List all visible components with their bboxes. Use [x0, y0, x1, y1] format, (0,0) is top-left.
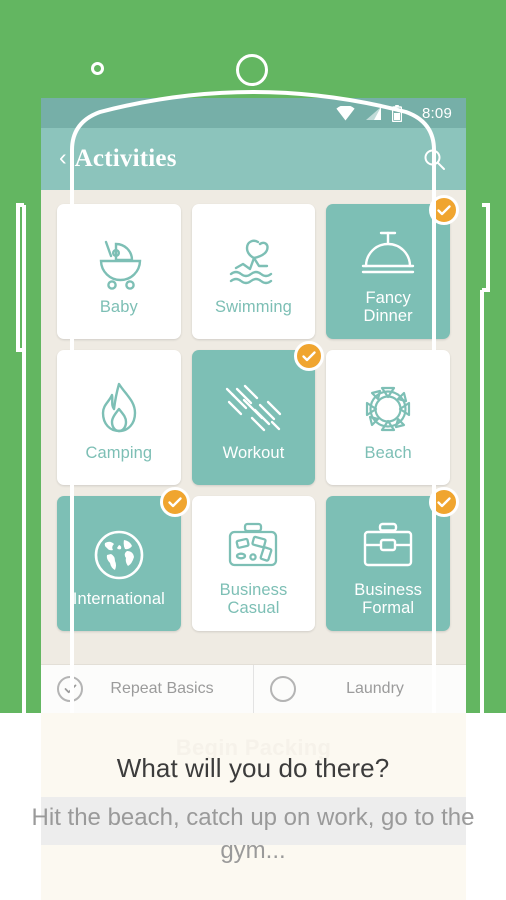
activity-tile-workout[interactable]: Workout — [191, 341, 325, 485]
speaker-ring-icon — [236, 54, 268, 86]
activity-tile-swimming[interactable]: Swimming — [191, 204, 316, 339]
search-icon[interactable] — [422, 147, 446, 171]
selected-badge — [428, 487, 459, 517]
activity-tile-label: Business Casual — [219, 580, 288, 617]
activity-tile-label: Fancy Dinner — [363, 288, 413, 325]
empty-circle-icon — [270, 676, 296, 702]
activity-tile-label: Workout — [222, 443, 285, 462]
phone-screen: 8:09 ‹ Activities Baby Swimming Fancy Di… — [41, 98, 466, 713]
back-button[interactable]: ‹ Activities — [59, 145, 177, 173]
globe-icon — [91, 524, 147, 586]
selected-badge — [428, 195, 459, 225]
activity-tile-label: Beach — [364, 443, 412, 462]
sun-icon — [360, 378, 416, 440]
cloche-icon — [359, 223, 417, 285]
option-label: Laundry — [346, 680, 404, 697]
camera-dot-icon — [91, 62, 104, 75]
selected-badge — [294, 341, 325, 371]
wifi-icon — [336, 105, 355, 120]
cellular-signal-icon — [366, 106, 381, 120]
option-label: Repeat Basics — [110, 680, 214, 697]
activity-tile-label: Baby — [99, 297, 138, 316]
selected-badge — [159, 487, 190, 517]
activity-tile-beach[interactable]: Beach — [326, 350, 450, 485]
briefcase-icon — [359, 515, 417, 577]
activity-tile-fancy-dinner[interactable]: Fancy Dinner — [326, 195, 459, 339]
option-laundry[interactable]: Laundry — [253, 665, 466, 713]
activity-tile-label: Swimming — [215, 297, 292, 316]
option-repeat-basics[interactable]: Repeat Basics — [41, 665, 253, 713]
check-circle-icon — [57, 676, 83, 702]
activity-tile-label: Camping — [85, 443, 153, 462]
barbell-icon — [224, 378, 282, 440]
activity-tile-international[interactable]: International — [57, 487, 190, 631]
bottom-prompt-overlay: Begin Packing What will you do there? Hi… — [0, 713, 506, 900]
status-bar: 8:09 — [41, 98, 466, 128]
app-bar: ‹ Activities — [41, 128, 466, 190]
campfire-icon — [93, 378, 145, 440]
back-chevron-icon: ‹ — [59, 144, 67, 170]
activity-tile-business-formal[interactable]: Business Formal — [326, 487, 459, 631]
prompt-question: What will you do there? — [116, 753, 390, 783]
battery-icon — [392, 104, 402, 122]
activity-grid: Baby Swimming Fancy Dinner Camping Worko… — [41, 190, 466, 631]
page-title: Activities — [74, 145, 177, 172]
status-bar-time: 8:09 — [422, 104, 452, 122]
activity-tile-camping[interactable]: Camping — [57, 350, 181, 485]
prompt-answer-placeholder[interactable]: Hit the beach, catch up on work, go to t… — [0, 801, 506, 867]
swimmer-icon — [223, 232, 283, 294]
suitcase-stickers-icon — [224, 515, 282, 577]
activity-tile-label: Business Formal — [354, 580, 423, 617]
activity-tile-baby[interactable]: Baby — [57, 204, 181, 339]
stroller-icon — [90, 232, 148, 294]
option-bar: Repeat Basics Laundry — [41, 664, 466, 713]
activity-tile-business-casual[interactable]: Business Casual — [191, 496, 316, 631]
activity-tile-label: International — [72, 589, 165, 608]
